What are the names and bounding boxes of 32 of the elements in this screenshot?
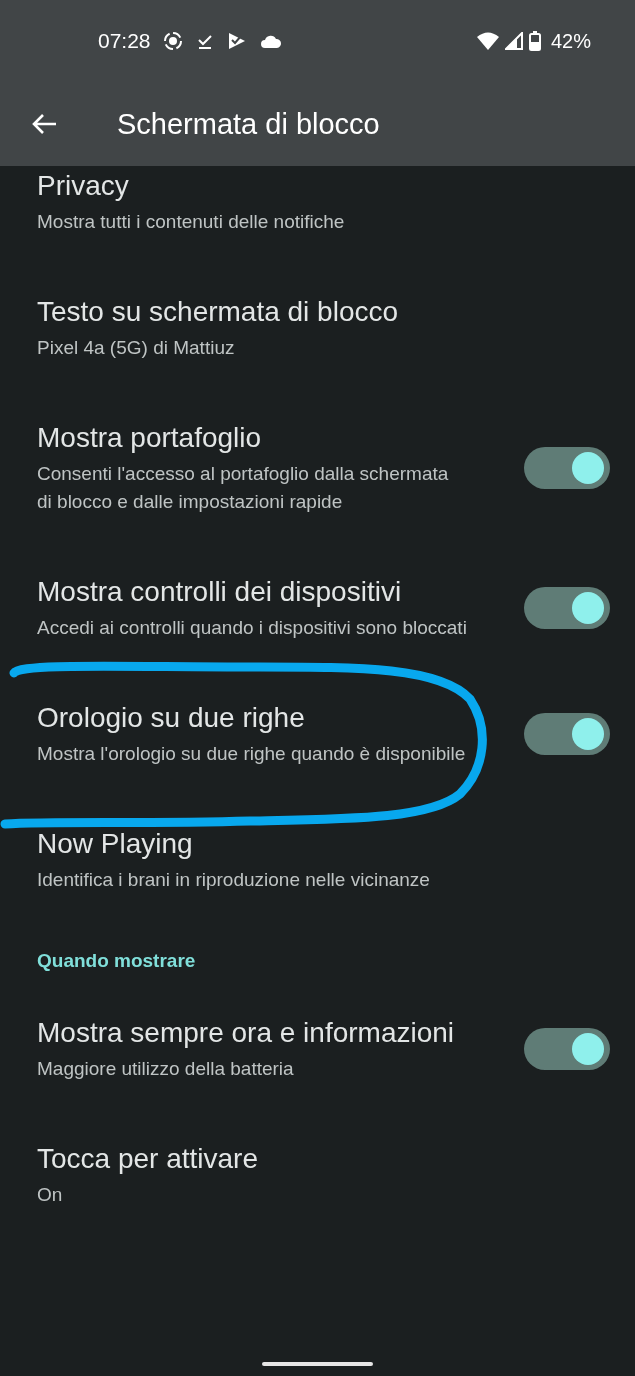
record-icon bbox=[162, 31, 183, 51]
toggle-switch[interactable] bbox=[524, 447, 610, 489]
cloud-icon bbox=[259, 33, 282, 49]
setting-summary: Maggiore utilizzo della batteria bbox=[37, 1057, 295, 1081]
setting-summary: Pixel 4a (5G) di Mattiuz bbox=[37, 336, 236, 360]
setting-title[interactable]: Orologio su due righe bbox=[37, 700, 494, 736]
battery-percent: 42% bbox=[550, 29, 591, 53]
toggle-switch[interactable] bbox=[524, 587, 610, 629]
wifi-icon bbox=[476, 32, 499, 50]
setting-summary: Mostra tutti i contenuti delle notifiche bbox=[37, 210, 346, 234]
setting-title[interactable]: Tocca per attivare bbox=[37, 1141, 610, 1177]
battery-icon bbox=[528, 31, 541, 51]
setting-title[interactable]: Mostra sempre ora e informazioni bbox=[37, 1015, 494, 1051]
signal-icon bbox=[504, 32, 523, 50]
screen-title: Schermata di blocco bbox=[117, 107, 380, 141]
setting-title[interactable]: Mostra controlli dei dispositivi bbox=[37, 574, 494, 610]
setting-title[interactable]: Testo su schermata di blocco bbox=[37, 294, 610, 330]
flag-check-icon bbox=[226, 31, 247, 51]
setting-summary: On bbox=[37, 1183, 64, 1207]
setting-title[interactable]: Mostra portafoglio bbox=[37, 420, 494, 456]
setting-summary: Consenti l'accesso al portafoglio dalla schermata di blocco e dalle impostazioni rapide bbox=[37, 462, 450, 514]
setting-summary: Identifica i brani in riproduzione nelle vicinanze bbox=[37, 868, 431, 892]
setting-title[interactable]: Privacy bbox=[37, 168, 610, 204]
setting-summary: Mostra l'orologio su due righe quando è disponibile bbox=[37, 742, 467, 766]
setting-summary: Accedi ai controlli quando i dispositivi sono bloccati bbox=[37, 616, 467, 640]
clock-time: 07:28 bbox=[98, 29, 151, 53]
setting-title[interactable]: Now Playing bbox=[37, 826, 610, 862]
toggle-switch[interactable] bbox=[524, 713, 610, 755]
download-done-icon bbox=[195, 32, 214, 50]
section-header: Quando mostrare bbox=[36, 949, 197, 973]
toggle-switch[interactable] bbox=[524, 1028, 610, 1070]
back-arrow-icon[interactable] bbox=[31, 113, 57, 135]
